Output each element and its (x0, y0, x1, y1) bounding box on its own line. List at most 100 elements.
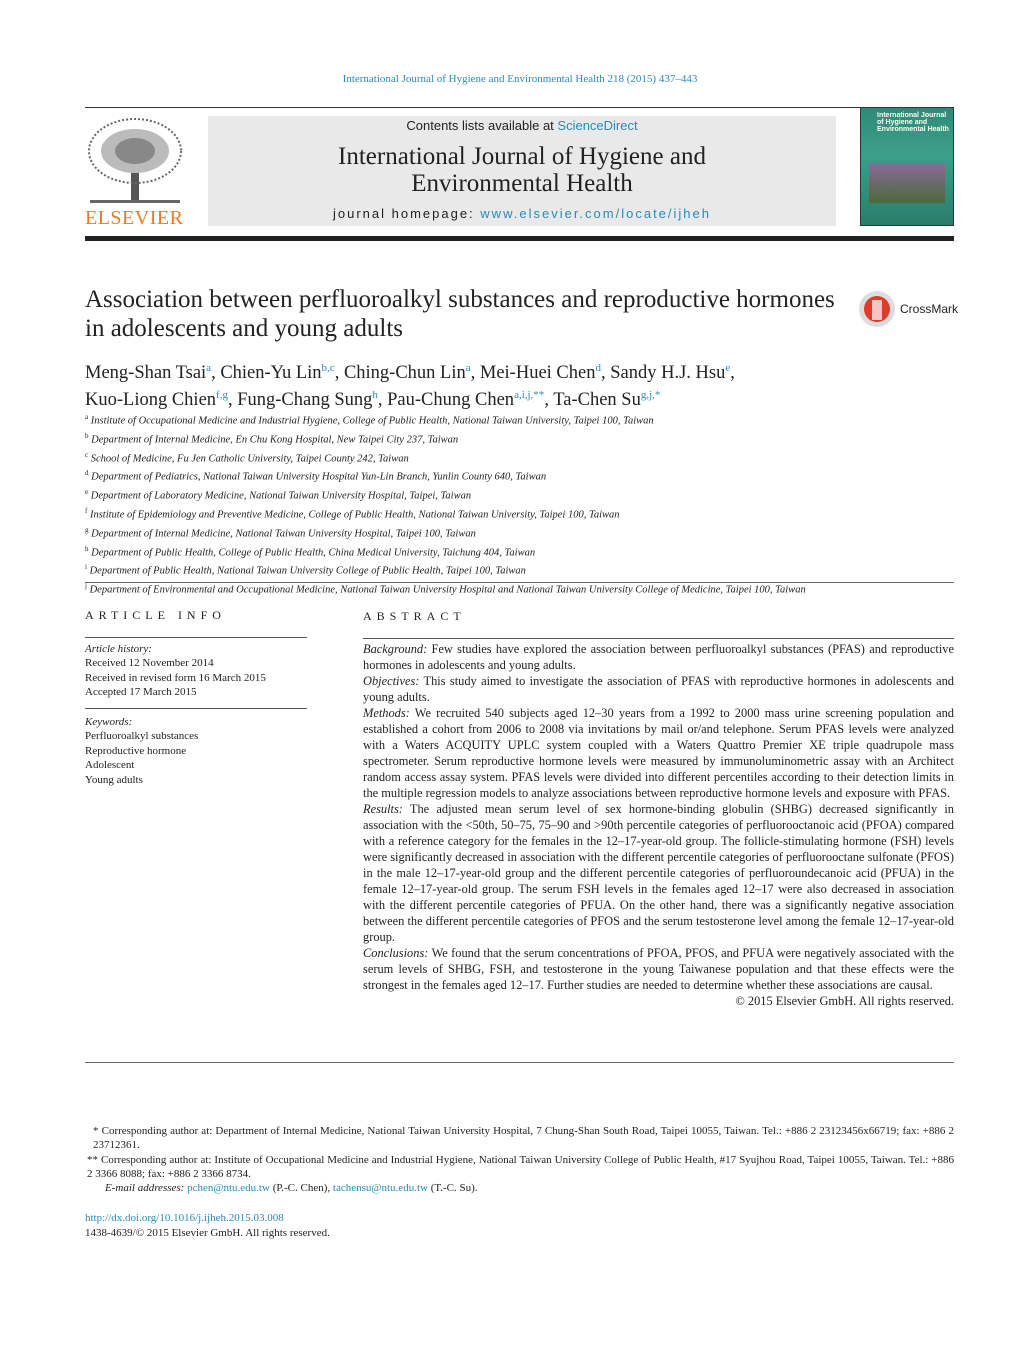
email-link-tachensu[interactable]: tachensu@ntu.edu.tw (333, 1182, 428, 1194)
journal-banner: Contents lists available at ScienceDirec… (208, 116, 836, 226)
affiliation-link[interactable]: g,j,* (641, 389, 661, 401)
affiliation-link[interactable]: a (466, 362, 471, 374)
affiliation-text: Department of Pediatrics, National Taiwa… (91, 471, 547, 483)
author-name: Pau-Chung Chen (387, 390, 515, 411)
history-item: Received in revised form 16 March 2015 (85, 671, 266, 684)
affiliation-link[interactable]: b,c (322, 362, 335, 374)
email-label: E-mail addresses: (105, 1182, 185, 1195)
abstract-section-text: We recruited 540 subjects aged 12–30 yea… (363, 706, 955, 800)
author-name: Meng-Shan Tsai (85, 363, 207, 384)
author-name: Fung-Chang Sung (237, 390, 373, 411)
affiliation: f Institute of Epidemiology and Preventi… (85, 504, 955, 523)
affiliation-link[interactable]: a (206, 362, 211, 374)
abstract-section-text: This study aimed to investigate the asso… (363, 674, 954, 704)
abstract: ABSTRACT Background: Few studies have ex… (363, 608, 954, 1009)
history-item: Accepted 17 March 2015 (85, 686, 197, 698)
affiliation-link[interactable]: e (725, 362, 730, 374)
affiliation-key: j (85, 582, 87, 591)
affiliation-key: c (85, 450, 89, 459)
article-info-heading: ARTICLE INFO (85, 608, 226, 622)
affiliation-link[interactable]: a,i,j,** (514, 389, 544, 401)
abstract-section: Results: The adjusted mean serum level o… (363, 801, 954, 945)
email-owner: (P.-C. Chen), (269, 1182, 333, 1195)
affiliation-link[interactable]: d (595, 362, 601, 374)
author-name: Kuo-Liong Chien (85, 390, 217, 411)
journal-cover-image: International Journal of Hygiene and Env… (860, 107, 954, 226)
crossmark-button[interactable]: CrossMark (858, 290, 958, 328)
affiliation: d Department of Pediatrics, National Tai… (85, 466, 955, 485)
history-label: Article history: (85, 642, 152, 655)
affiliation-text: Institute of Epidemiology and Preventive… (89, 509, 620, 521)
affiliation-key: g (85, 525, 89, 534)
affiliation-key: b (85, 431, 89, 440)
author: Chien-Yu Linb,c, (220, 362, 344, 384)
divider (85, 582, 954, 583)
author-name: Chien-Yu Lin (220, 363, 322, 384)
article-title: Association between perfluoroalkyl subst… (85, 286, 835, 342)
abstract-section-label: Methods: (363, 706, 410, 720)
author: Sandy H.J. Hsue, (610, 362, 735, 384)
divider (85, 1062, 954, 1063)
publisher-name: ELSEVIER (85, 207, 184, 229)
abstract-section-text: Few studies have explored the associatio… (363, 642, 954, 672)
keywords-label: Keywords: (85, 715, 133, 728)
affiliation-text: Department of Internal Medicine, Nationa… (91, 528, 476, 540)
affiliation: b Department of Internal Medicine, En Ch… (85, 429, 955, 448)
author-name: Ta-Chen Su (553, 390, 641, 411)
homepage-link[interactable]: www.elsevier.com/locate/ijheh (480, 206, 711, 221)
abstract-section-label: Background: (363, 642, 428, 656)
journal-title: International Journal of Hygiene and Env… (338, 143, 706, 197)
footnote-corresponding-2: ** Corresponding author at: Institute of… (87, 1153, 954, 1180)
article-info: ARTICLE INFO Article history: Received 1… (85, 608, 307, 787)
abstract-section: Methods: We recruited 540 subjects aged … (363, 705, 954, 801)
abstract-heading: ABSTRACT (363, 609, 466, 623)
email-owner: (T.-C. Su). (427, 1182, 478, 1195)
affiliation: h Department of Public Health, College o… (85, 542, 955, 561)
affiliation-text: Department of Laboratory Medicine, Natio… (90, 490, 472, 502)
affiliation-text: Department of Environmental and Occupati… (89, 584, 806, 596)
doi-link[interactable]: http://dx.doi.org/10.1016/j.ijheh.2015.0… (85, 1212, 284, 1224)
affiliation: g Department of Internal Medicine, Natio… (85, 523, 955, 542)
footnote-corresponding-1: * Corresponding author at: Department of… (93, 1125, 954, 1152)
keyword: Perfluoroalkyl substances (85, 730, 199, 742)
footnotes: * Corresponding author at: Department of… (85, 1124, 954, 1240)
abstract-copyright: © 2015 Elsevier GmbH. All rights reserve… (735, 994, 954, 1008)
abstract-section-label: Conclusions: (363, 946, 429, 960)
affiliation-key: f (85, 506, 88, 515)
affiliation-key: d (85, 469, 89, 478)
abstract-section-text: We found that the serum concentrations o… (363, 946, 954, 992)
author: Ching-Chun Lina, (343, 362, 480, 384)
affiliation: a Institute of Occupational Medicine and… (85, 410, 955, 429)
affiliations: a Institute of Occupational Medicine and… (85, 410, 955, 598)
sciencedirect-link[interactable]: ScienceDirect (557, 118, 637, 133)
keyword: Young adults (85, 773, 143, 786)
abstract-section: Objectives: This study aimed to investig… (363, 673, 954, 705)
header-rule (85, 236, 954, 241)
abstract-section: Background: Few studies have explored th… (363, 641, 954, 673)
author: Kuo-Liong Chienf,g, (85, 389, 238, 411)
affiliation-text: School of Medicine, Fu Jen Catholic Univ… (90, 453, 409, 465)
history-item: Received 12 November 2014 (85, 657, 214, 669)
cover-title: International Journal of Hygiene and Env… (877, 112, 949, 133)
keyword: Adolescent (85, 759, 135, 771)
affiliation-key: h (85, 544, 89, 553)
crossmark-icon (859, 291, 895, 327)
page: International Journal of Hygiene and Env… (0, 0, 1020, 1351)
author: Meng-Shan Tsaia, (85, 362, 221, 384)
author-name: Mei-Huei Chen (479, 363, 596, 384)
affiliation-link[interactable]: h (372, 389, 378, 401)
affiliation-link[interactable]: f,g (216, 389, 228, 401)
journal-citation-link[interactable]: International Journal of Hygiene and Env… (0, 73, 1020, 85)
homepage-label: journal homepage: (332, 206, 481, 221)
email-link-pchen[interactable]: pchen@ntu.edu.tw (187, 1182, 270, 1194)
affiliation-key: e (85, 488, 89, 497)
author: Ta-Chen Sug,j,* (553, 389, 661, 411)
author-name: Sandy H.J. Hsu (610, 363, 726, 384)
abstract-section-text: The adjusted mean serum level of sex hor… (363, 802, 954, 944)
abstract-section-label: Results: (363, 802, 403, 816)
author-list: Meng-Shan Tsaia, Chien-Yu Linb,c, Ching-… (85, 357, 955, 411)
affiliation-text: Department of Public Health, National Ta… (89, 565, 526, 577)
author: Mei-Huei Chend, (479, 362, 611, 384)
elsevier-logo: ELSEVIER (85, 116, 185, 229)
affiliation: c School of Medicine, Fu Jen Catholic Un… (85, 448, 955, 467)
